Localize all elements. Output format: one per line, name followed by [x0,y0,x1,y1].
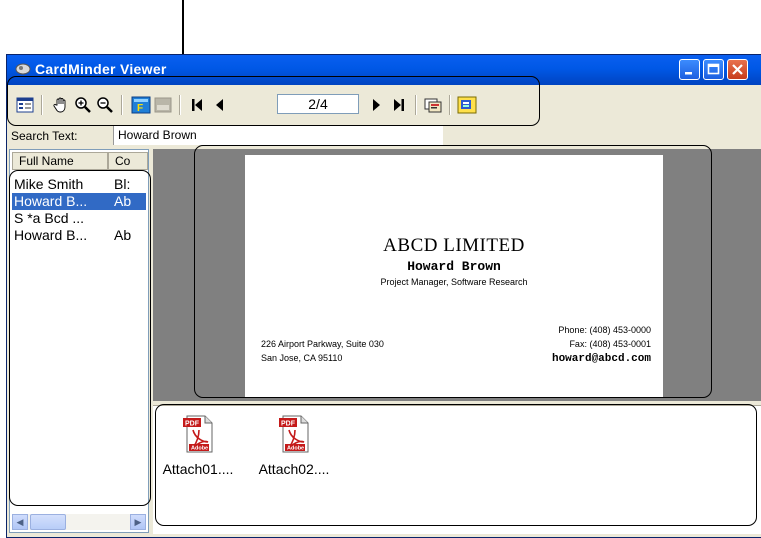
close-icon [732,64,743,75]
first-page-button[interactable] [187,95,207,115]
page-indicator: 2/4 [277,94,359,114]
zoom-in-icon [75,97,91,113]
title-bar: CardMinder Viewer [7,55,761,85]
scroll-right-button[interactable]: ▶ [130,514,146,530]
horizontal-scrollbar[interactable]: ◀ ▶ [12,514,146,530]
export-icon [457,96,477,114]
next-page-button[interactable] [367,95,387,115]
cardminder-window: CardMinder Viewer F 2/4 Search Text: How… [6,54,761,538]
card-phone: Phone: (408) 453-0000 [558,325,651,335]
zoom-out-button[interactable] [95,95,115,115]
back-side-icon [154,97,172,113]
scroll-left-button[interactable]: ◀ [12,514,28,530]
minimize-button[interactable] [679,59,700,80]
pdf-badge: PDF [185,421,200,428]
svg-text:F: F [137,103,143,114]
hand-icon [53,97,66,113]
list-item-selected[interactable]: Howard B... Ab [12,193,146,210]
pdf-badge: PDF [281,421,296,428]
prev-page-button[interactable] [209,95,229,115]
attachments-panel: PDF Adobe Attach01.... PDF Adobe Attach0… [153,405,761,534]
window-title: CardMinder Viewer [35,61,167,77]
column-header-full-name[interactable]: Full Name [12,152,108,170]
front-side-button[interactable]: F [131,95,151,115]
card-address-line2: San Jose, CA 95110 [261,353,343,363]
list-item[interactable]: Mike Smith Bl: [12,176,146,193]
card-image-viewer: ABCD LIMITED Howard Brown Project Manage… [153,149,761,401]
export-button[interactable] [457,95,477,115]
prev-page-icon [216,99,223,111]
last-page-icon [394,99,404,111]
card-address-line1: 226 Airport Parkway, Suite 030 [261,339,384,349]
attachment-label: Attach01.... [162,461,234,477]
list-item[interactable]: Howard B... Ab [12,227,146,244]
back-side-button[interactable] [153,95,173,115]
minimize-icon [685,72,692,75]
card-fax: Fax: (408) 453-0001 [569,339,651,349]
card-list: Full Name Co Mike Smith Bl: Howard B... … [9,149,149,533]
next-page-icon [373,99,380,111]
list-view-button[interactable] [15,95,35,115]
hand-button[interactable] [51,95,71,115]
zoom-out-icon [97,97,113,113]
attachment-item[interactable]: PDF Adobe Attach02.... [249,414,339,477]
pdf-file-icon: PDF Adobe [279,415,309,453]
front-side-icon: F [131,96,151,114]
card-email: howard@abcd.com [551,353,651,365]
search-label: Search Text: [11,129,78,143]
list-item[interactable]: S *a Bcd ... [12,210,146,227]
maximize-button[interactable] [703,59,724,80]
attachment-item[interactable]: PDF Adobe Attach01.... [153,414,243,477]
search-input[interactable] [113,125,443,145]
card-name: Howard Brown [407,259,501,274]
list-view-icon [16,97,34,113]
pdf-file-icon: PDF Adobe [183,415,213,453]
copy-card-icon [424,98,442,113]
adobe-brand: Adobe [287,446,304,452]
zoom-in-button[interactable] [73,95,93,115]
toolbar: F 2/4 [7,87,761,119]
app-icon [15,63,31,75]
maximize-icon [707,63,720,75]
copy-card-button[interactable] [423,95,443,115]
business-card-image: ABCD LIMITED Howard Brown Project Manage… [245,155,663,397]
first-page-icon [192,99,202,111]
card-company: ABCD LIMITED [383,235,525,256]
adobe-brand: Adobe [191,446,208,452]
close-button[interactable] [727,59,748,80]
attachment-label: Attach02.... [258,461,330,477]
scroll-thumb[interactable] [30,514,66,530]
column-header-company[interactable]: Co [108,152,148,170]
card-title: Project Manager, Software Research [380,277,528,287]
last-page-button[interactable] [389,95,409,115]
